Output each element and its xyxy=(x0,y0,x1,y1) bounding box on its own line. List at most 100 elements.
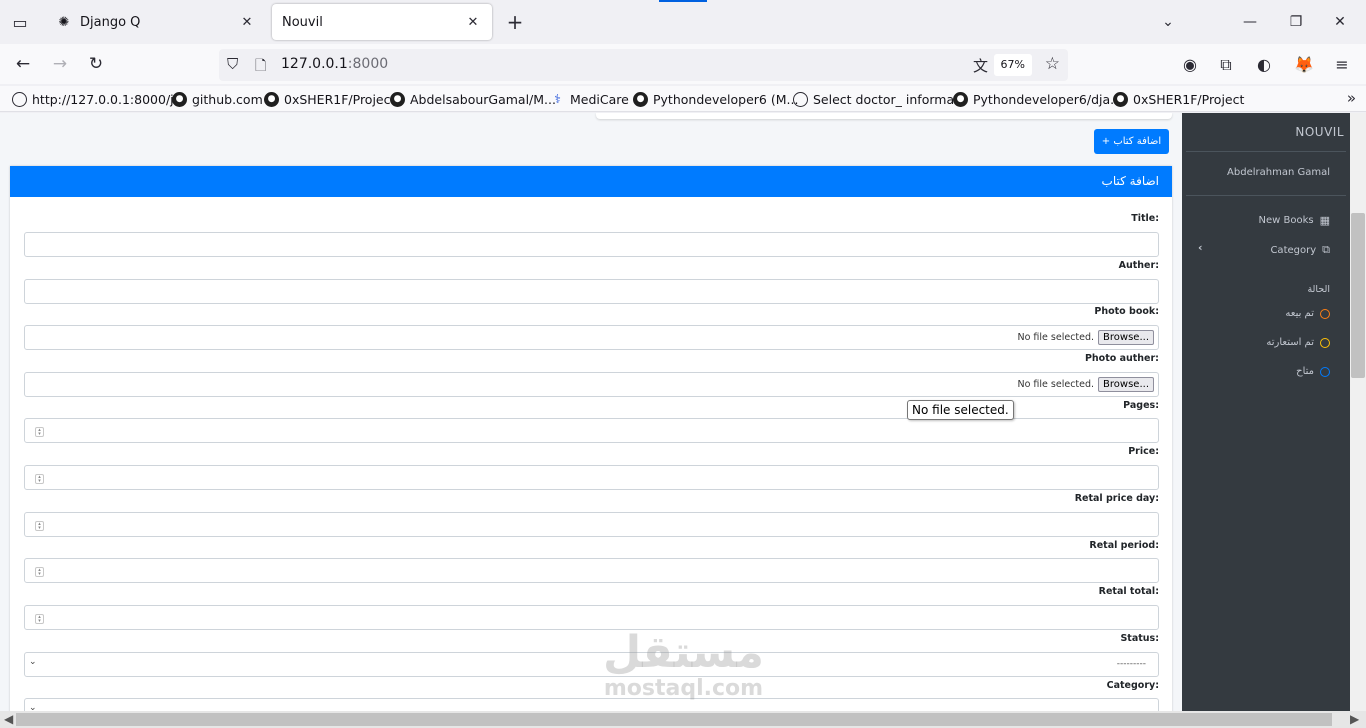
forward-button[interactable]: → xyxy=(45,50,75,78)
user-name[interactable]: Abdelrahman Gamal xyxy=(1227,167,1330,178)
medicare-icon: ⚕ xyxy=(554,91,561,106)
restore-button[interactable]: ❐ xyxy=(1276,8,1316,36)
globe-icon xyxy=(793,91,808,107)
field-label-photo-auther: Photo auther: xyxy=(1084,353,1159,364)
chevron-left-icon[interactable]: ‹ xyxy=(1198,241,1203,254)
watermark-arabic: مستقل xyxy=(603,627,764,678)
sidebar-item-status-sold[interactable]: تم بيعه xyxy=(1285,308,1330,319)
bookmark-item[interactable]: ⚕ MediCare xyxy=(550,89,629,109)
tab-title: Nouvil xyxy=(282,14,323,30)
bookmark-item[interactable]: Select doctor_ informa... xyxy=(793,89,966,109)
sidebar-item-new-books[interactable]: New Books ▦ xyxy=(1259,214,1331,227)
star-icon[interactable]: ☆ xyxy=(1045,54,1060,74)
bookmark-item[interactable]: http://127.0.0.1:8000/j... xyxy=(12,89,186,109)
copy-icon: ⧉ xyxy=(1322,243,1330,256)
globe-icon xyxy=(12,91,27,107)
scroll-right-icon[interactable]: ▶ xyxy=(1350,712,1359,726)
close-icon[interactable]: ✕ xyxy=(464,15,482,30)
divider xyxy=(1186,195,1346,196)
title-input[interactable] xyxy=(24,232,1159,257)
number-spinner[interactable]: ▴ ▾ xyxy=(35,567,44,577)
file-status: No file selected. xyxy=(1017,332,1095,343)
bookmark-item[interactable]: ● 0xSHER1F/Project xyxy=(264,89,395,109)
field-label-auther: Auther: xyxy=(1118,260,1159,271)
tab-overview-icon[interactable]: ▭ xyxy=(6,8,34,36)
chevron-down-icon: ⌄ xyxy=(29,703,37,711)
account-icon[interactable]: ◉ xyxy=(1176,52,1204,78)
menu-icon[interactable]: ≡ xyxy=(1328,52,1356,78)
sidebar-item-category[interactable]: Category ⧉ xyxy=(1270,243,1330,257)
browse-button[interactable]: Browse... xyxy=(1098,377,1154,392)
photo-book-file-input[interactable]: No file selected. Browse... xyxy=(24,325,1159,350)
sidebar-item-label: متاح xyxy=(1296,366,1314,377)
tab-django-q[interactable]: ✺ Django Q ✕ xyxy=(46,4,266,40)
sidebar-item-label: Category xyxy=(1270,244,1317,256)
circle-icon xyxy=(1320,366,1330,377)
reload-button[interactable]: ↻ xyxy=(81,50,111,78)
tab-accent-line xyxy=(659,0,707,2)
auther-input[interactable] xyxy=(24,279,1159,304)
list-tabs-icon[interactable]: ⌄ xyxy=(1148,8,1188,36)
bookmark-item[interactable]: ● github.com xyxy=(172,89,263,109)
retal-period-input[interactable]: ▴ ▾ xyxy=(24,558,1159,583)
price-input[interactable]: ▴ ▾ xyxy=(24,465,1159,490)
browser-tab-bar: ▭ ✺ Django Q ✕ Nouvil ✕ + ⌄ — ❐ ✕ xyxy=(0,0,1366,44)
field-label-pages: Pages: xyxy=(1123,400,1159,411)
pages-input[interactable]: ▴ ▾ xyxy=(24,418,1159,443)
number-spinner[interactable]: ▴ ▾ xyxy=(35,474,44,484)
new-tab-button[interactable]: + xyxy=(502,8,528,36)
watermark-english: mostaql.com xyxy=(603,676,764,701)
tab-nouvil[interactable]: Nouvil ✕ xyxy=(272,4,492,40)
horizontal-scrollbar-thumb[interactable] xyxy=(16,713,1332,726)
status-select[interactable]: ⌄ --------- xyxy=(24,652,1159,677)
retal-total-input[interactable]: ▴ ▾ xyxy=(24,605,1159,630)
scroll-left-icon[interactable]: ◀ xyxy=(4,712,13,726)
bookmark-item[interactable]: ● Pythondeveloper6 (M... xyxy=(633,89,798,109)
file-area: No file selected. Browse... xyxy=(1017,330,1154,345)
browse-button[interactable]: Browse... xyxy=(1098,330,1154,345)
sidebar: NOUVIL Abdelrahman Gamal New Books ▦ Cat… xyxy=(1182,113,1350,711)
window-close-button[interactable]: ✕ xyxy=(1320,8,1360,36)
vertical-scrollbar[interactable] xyxy=(1350,113,1366,711)
chevrons-right-icon[interactable]: » xyxy=(1347,89,1356,107)
field-label-price: Price: xyxy=(1128,446,1159,457)
metamask-icon[interactable]: 🦊 xyxy=(1290,52,1318,78)
bookmark-item[interactable]: ● AbdelsabourGamal/M... xyxy=(390,89,556,109)
category-select[interactable]: ⌄ xyxy=(24,698,1159,711)
translate-icon[interactable]: 文 xyxy=(973,55,988,76)
brand-link[interactable]: NOUVIL xyxy=(1295,125,1344,139)
page-icon[interactable]: 🗋 xyxy=(255,55,266,79)
retal-price-day-input[interactable]: ▴ ▾ xyxy=(24,512,1159,537)
close-icon[interactable]: ✕ xyxy=(238,15,256,30)
sidebar-item-status-borrowed[interactable]: تم استعارته xyxy=(1266,337,1330,348)
sidebar-item-label: New Books xyxy=(1258,215,1314,226)
number-spinner[interactable]: ▴ ▾ xyxy=(35,427,44,437)
sidebar-item-label: تم استعارته xyxy=(1266,337,1314,348)
zoom-level[interactable]: 67% xyxy=(993,54,1032,76)
divider xyxy=(1186,151,1346,152)
bookmark-item[interactable]: ● 0xSHER1F/Project xyxy=(1113,89,1244,109)
chevron-down-icon: ⌄ xyxy=(29,657,37,667)
photo-auther-file-input[interactable]: No file selected. Browse... xyxy=(24,372,1159,397)
sidebar-item-status-available[interactable]: متاح xyxy=(1296,366,1330,377)
add-book-button[interactable]: + اضافة كتاب xyxy=(1094,129,1169,154)
tooltip: No file selected. xyxy=(907,400,1014,420)
github-icon: ● xyxy=(633,91,648,107)
url-bar[interactable]: ⛉ 🗋 127.0.0.1:8000 文 67% ☆ xyxy=(219,49,1068,81)
file-area: No file selected. Browse... xyxy=(1017,377,1154,392)
number-spinner[interactable]: ▴ ▾ xyxy=(35,614,44,624)
url-text[interactable]: 127.0.0.1:8000 xyxy=(281,56,388,72)
vertical-scrollbar-thumb[interactable] xyxy=(1351,213,1365,378)
github-icon: ● xyxy=(1113,91,1128,107)
minimize-button[interactable]: — xyxy=(1230,8,1270,36)
shield-icon[interactable]: ⛉ xyxy=(227,55,238,73)
number-spinner[interactable]: ▴ ▾ xyxy=(35,521,44,531)
status-header: الحالة xyxy=(1307,284,1330,295)
github-icon: ● xyxy=(172,91,187,107)
extension-icon[interactable]: ◐ xyxy=(1250,52,1278,78)
extensions-icon[interactable]: ⧉ xyxy=(1212,52,1240,78)
field-label-title: Title: xyxy=(1131,213,1159,224)
bookmark-item[interactable]: ● Pythondeveloper6/dja... xyxy=(953,89,1122,109)
sidebar-item-label: تم بيعه xyxy=(1285,308,1314,319)
back-button[interactable]: ← xyxy=(8,50,38,78)
